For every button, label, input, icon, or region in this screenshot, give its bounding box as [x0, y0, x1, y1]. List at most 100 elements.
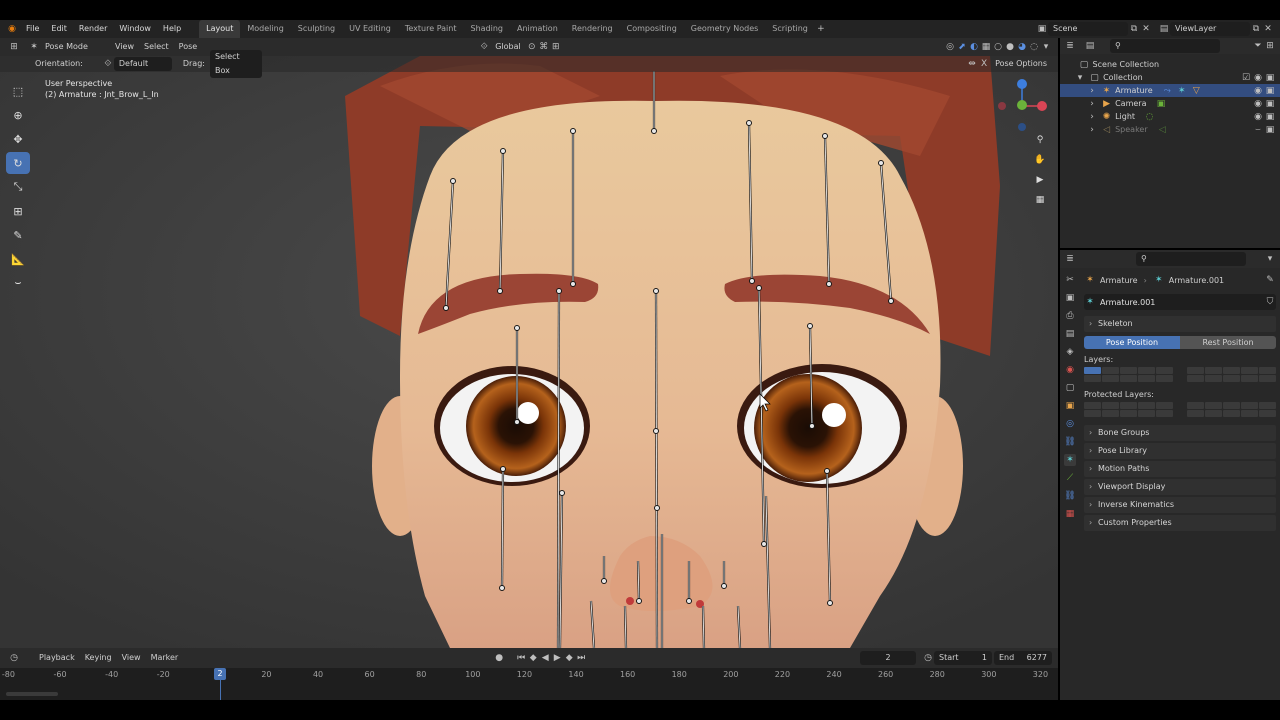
drag-selector[interactable]: Select Box — [209, 50, 262, 78]
pose-position-button[interactable]: Pose Position — [1084, 336, 1180, 349]
outliner-item-armature[interactable]: › ✶ Armature ⤳ ✶ ▽ ◉ ▣ — [1060, 84, 1280, 97]
properties-editor-icon[interactable]: ≣ — [1064, 253, 1076, 265]
play-reverse-icon[interactable]: ◀ — [539, 652, 551, 664]
record-icon[interactable]: ● — [493, 652, 505, 664]
xray-icon[interactable]: ▦ — [980, 41, 992, 53]
tab-sculpting[interactable]: Sculpting — [291, 20, 342, 38]
layers-grid-left[interactable] — [1084, 367, 1173, 382]
object-tab-icon[interactable]: ▣ — [1064, 400, 1076, 412]
cursor-tool-icon[interactable]: ⊕ — [6, 104, 30, 126]
timeline-scrollbar[interactable] — [6, 692, 58, 696]
chevron-right-icon[interactable]: › — [1086, 124, 1098, 136]
tab-geometry-nodes[interactable]: Geometry Nodes — [684, 20, 765, 38]
rest-position-button[interactable]: Rest Position — [1180, 336, 1276, 349]
mode-selector[interactable]: Pose Mode — [40, 40, 110, 54]
bone-tab-icon[interactable]: ⟋ — [1064, 472, 1076, 484]
panel-pose-library[interactable]: Pose Library — [1084, 443, 1276, 459]
scale-tool-icon[interactable]: ⤡ — [6, 176, 30, 198]
pin-icon[interactable]: ✎ — [1264, 274, 1276, 286]
checkbox-icon[interactable]: ☑ — [1240, 72, 1252, 84]
skeleton-panel-header[interactable]: Skeleton — [1084, 316, 1276, 332]
overlay-icon[interactable]: ◐ — [968, 41, 980, 53]
outliner-item-camera[interactable]: › ▶ Camera ▣ ◉ ▣ — [1060, 97, 1280, 110]
tab-shading[interactable]: Shading — [463, 20, 510, 38]
snap-target-icon[interactable]: ⊞ — [550, 41, 562, 53]
new-collection-icon[interactable]: ⊞ — [1264, 40, 1276, 52]
outliner-item-light[interactable]: › ✺ Light ◌ ◉ ▣ — [1060, 110, 1280, 123]
chevron-right-icon[interactable]: › — [1086, 98, 1098, 110]
shading-wire-icon[interactable]: ○ — [992, 41, 1004, 53]
camera-restrict-icon[interactable]: ▣ — [1264, 124, 1276, 136]
clock-icon[interactable]: ◷ — [922, 652, 934, 664]
eye-icon[interactable]: ◉ — [1252, 98, 1264, 110]
menu-help[interactable]: Help — [157, 20, 187, 38]
menu-file[interactable]: File — [20, 20, 45, 38]
pan-hand-icon[interactable]: ✋ — [1034, 154, 1046, 166]
scene-selector[interactable]: Scene — [1048, 22, 1128, 36]
prev-keyframe-icon[interactable]: ◆ — [527, 652, 539, 664]
collection-tab-icon[interactable]: ▢ — [1064, 382, 1076, 394]
tab-uv-editing[interactable]: UV Editing — [342, 20, 398, 38]
scene-new-icon[interactable]: ⧉ — [1128, 23, 1140, 35]
protected-layers-grid[interactable] — [1084, 402, 1276, 417]
panel-motion-paths[interactable]: Motion Paths — [1084, 461, 1276, 477]
zoom-icon[interactable]: ⚲ — [1034, 134, 1046, 146]
pose-options-button[interactable]: Pose Options — [990, 57, 1052, 71]
collection-row[interactable]: ▾ ▢ Collection ☑ ◉ ▣ — [1060, 71, 1280, 84]
gizmo-icon[interactable]: ⬈ — [956, 41, 968, 53]
protected-layers-grid-right[interactable] — [1187, 402, 1276, 417]
tool-tab-icon[interactable]: ✂ — [1064, 274, 1076, 286]
eye-hidden-icon[interactable]: ⌣ — [1252, 124, 1264, 136]
menu-keying[interactable]: Keying — [80, 651, 117, 665]
bone-constraints-tab-icon[interactable]: ⛓ — [1064, 490, 1076, 502]
menu-playback[interactable]: Playback — [34, 651, 80, 665]
camera-restrict-icon[interactable]: ▣ — [1264, 72, 1276, 84]
panel-viewport-display[interactable]: Viewport Display — [1084, 479, 1276, 495]
panel-inverse-kinematics[interactable]: Inverse Kinematics — [1084, 497, 1276, 513]
constraints-tab-icon[interactable]: ⛓ — [1064, 436, 1076, 448]
view-layer-icon[interactable]: ▤ — [1158, 23, 1170, 35]
eye-icon[interactable]: ◉ — [1252, 85, 1264, 97]
end-frame-field[interactable]: End 6277 — [994, 651, 1052, 665]
tab-texture-paint[interactable]: Texture Paint — [398, 20, 464, 38]
tab-compositing[interactable]: Compositing — [620, 20, 684, 38]
chevron-down-icon[interactable]: ▾ — [1074, 72, 1086, 84]
mirror-icon[interactable]: ⇹ — [966, 58, 978, 70]
menu-timeline-view[interactable]: View — [117, 651, 146, 665]
menu-window[interactable]: Window — [113, 20, 157, 38]
view-layer-selector[interactable]: ViewLayer — [1170, 22, 1250, 36]
visibility-icon[interactable]: ◎ — [944, 41, 956, 53]
scene-tab-icon[interactable]: ◈ — [1064, 346, 1076, 358]
properties-search-field[interactable]: ⚲ — [1136, 252, 1246, 266]
camera-view-icon[interactable]: ▶ — [1034, 174, 1046, 186]
world-tab-icon[interactable]: ◉ — [1064, 364, 1076, 376]
start-frame-field[interactable]: Start 1 — [934, 651, 992, 665]
relax-tool-icon[interactable]: ⌣ — [6, 272, 30, 294]
menu-marker[interactable]: Marker — [146, 651, 184, 665]
move-tool-icon[interactable]: ✥ — [6, 128, 30, 150]
menu-pose[interactable]: Pose — [174, 40, 203, 54]
shading-rendered-icon[interactable]: ◌ — [1028, 41, 1040, 53]
select-box-tool-icon[interactable]: ⬚ — [6, 80, 30, 102]
play-icon[interactable]: ▶ — [551, 652, 563, 664]
menu-view[interactable]: View — [110, 40, 139, 54]
camera-restrict-icon[interactable]: ▣ — [1264, 98, 1276, 110]
chevron-right-icon[interactable]: › — [1086, 85, 1098, 97]
playhead-label[interactable]: 2 — [214, 668, 226, 680]
shading-solid-icon[interactable]: ● — [1004, 41, 1016, 53]
view-layer-close-icon[interactable]: ✕ — [1262, 23, 1274, 35]
outliner-editor-icon[interactable]: ≣ — [1064, 40, 1076, 52]
measure-tool-icon[interactable]: 📐 — [6, 248, 30, 270]
orientation-selector[interactable]: Default — [113, 57, 172, 71]
outliner-item-speaker[interactable]: › ◁ Speaker ◁ ⌣ ▣ — [1060, 123, 1280, 136]
3d-viewport[interactable]: User Perspective (2) Armature : Jnt_Brow… — [0, 56, 1058, 648]
next-keyframe-icon[interactable]: ◆ — [563, 652, 575, 664]
pivot-icon[interactable]: ⊙ — [526, 41, 538, 53]
navigation-gizmo[interactable] — [998, 76, 1050, 132]
data-block-selector[interactable]: ✶ Armature.001 ⛉ — [1084, 294, 1276, 310]
output-tab-icon[interactable]: ⎙ — [1064, 310, 1076, 322]
tab-animation[interactable]: Animation — [510, 20, 565, 38]
filter-icon[interactable]: ⏷ — [1252, 40, 1264, 52]
scene-collection-row[interactable]: ▢ Scene Collection — [1060, 58, 1280, 71]
tab-modeling[interactable]: Modeling — [240, 20, 290, 38]
